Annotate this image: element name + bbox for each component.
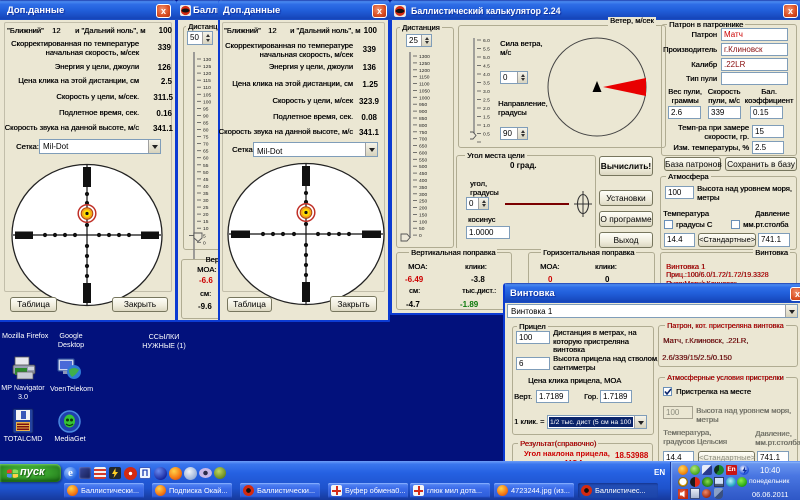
svg-text:6.0: 6.0 bbox=[483, 38, 490, 44]
svg-text:115: 115 bbox=[203, 78, 211, 84]
svg-text:1250: 1250 bbox=[419, 61, 430, 67]
svg-text:105: 105 bbox=[203, 92, 211, 98]
svg-text:900: 900 bbox=[419, 109, 427, 115]
svg-text:25: 25 bbox=[203, 205, 209, 211]
svg-text:120: 120 bbox=[203, 71, 211, 77]
svg-text:20: 20 bbox=[203, 212, 209, 218]
svg-text:65: 65 bbox=[203, 149, 209, 155]
svg-text:45: 45 bbox=[203, 177, 209, 183]
svg-text:1200: 1200 bbox=[419, 68, 430, 74]
svg-text:125: 125 bbox=[203, 64, 211, 70]
svg-text:0.5: 0.5 bbox=[483, 132, 490, 138]
svg-text:3.5: 3.5 bbox=[483, 81, 490, 87]
svg-text:5: 5 bbox=[203, 233, 206, 239]
svg-text:4.5: 4.5 bbox=[483, 64, 490, 70]
svg-text:0: 0 bbox=[419, 233, 422, 239]
svg-text:55: 55 bbox=[203, 163, 209, 169]
svg-text:100: 100 bbox=[203, 99, 211, 105]
svg-text:60: 60 bbox=[203, 156, 209, 162]
svg-text:1100: 1100 bbox=[419, 82, 430, 88]
svg-text:1.0: 1.0 bbox=[483, 123, 490, 129]
svg-text:40: 40 bbox=[203, 184, 209, 190]
svg-text:1300: 1300 bbox=[419, 54, 430, 60]
svg-text:400: 400 bbox=[419, 178, 427, 184]
svg-text:50: 50 bbox=[419, 226, 425, 232]
svg-text:700: 700 bbox=[419, 137, 427, 143]
svg-text:350: 350 bbox=[419, 185, 427, 191]
svg-text:850: 850 bbox=[419, 116, 427, 122]
svg-text:5.0: 5.0 bbox=[483, 55, 490, 61]
svg-text:95: 95 bbox=[203, 106, 209, 112]
svg-text:250: 250 bbox=[419, 199, 427, 205]
svg-text:1050: 1050 bbox=[419, 88, 430, 94]
svg-text:2.0: 2.0 bbox=[483, 106, 490, 112]
svg-text:35: 35 bbox=[203, 191, 209, 197]
svg-text:500: 500 bbox=[419, 164, 427, 170]
svg-text:150: 150 bbox=[419, 212, 427, 218]
svg-text:450: 450 bbox=[419, 171, 427, 177]
svg-text:650: 650 bbox=[419, 144, 427, 150]
svg-text:80: 80 bbox=[203, 128, 209, 134]
svg-text:300: 300 bbox=[419, 192, 427, 198]
svg-text:50: 50 bbox=[203, 170, 209, 176]
svg-text:30: 30 bbox=[203, 198, 209, 204]
svg-text:1150: 1150 bbox=[419, 75, 430, 81]
svg-text:100: 100 bbox=[419, 219, 427, 225]
svg-text:130: 130 bbox=[203, 57, 211, 63]
svg-text:1000: 1000 bbox=[419, 95, 430, 101]
svg-text:1.5: 1.5 bbox=[483, 115, 490, 121]
svg-text:200: 200 bbox=[419, 206, 427, 212]
svg-text:75: 75 bbox=[203, 135, 209, 141]
svg-text:600: 600 bbox=[419, 150, 427, 156]
svg-text:15: 15 bbox=[203, 219, 209, 225]
svg-text:3.0: 3.0 bbox=[483, 89, 490, 95]
svg-text:5.5: 5.5 bbox=[483, 47, 490, 53]
svg-text:90: 90 bbox=[203, 113, 209, 119]
svg-text:85: 85 bbox=[203, 121, 209, 127]
svg-text:0: 0 bbox=[203, 240, 206, 246]
svg-text:750: 750 bbox=[419, 130, 427, 136]
svg-text:550: 550 bbox=[419, 157, 427, 163]
svg-text:800: 800 bbox=[419, 123, 427, 129]
svg-text:110: 110 bbox=[203, 85, 211, 91]
svg-text:10: 10 bbox=[203, 226, 209, 232]
svg-text:950: 950 bbox=[419, 102, 427, 108]
svg-text:2.5: 2.5 bbox=[483, 98, 490, 104]
svg-text:70: 70 bbox=[203, 142, 209, 148]
svg-text:4.0: 4.0 bbox=[483, 72, 490, 78]
